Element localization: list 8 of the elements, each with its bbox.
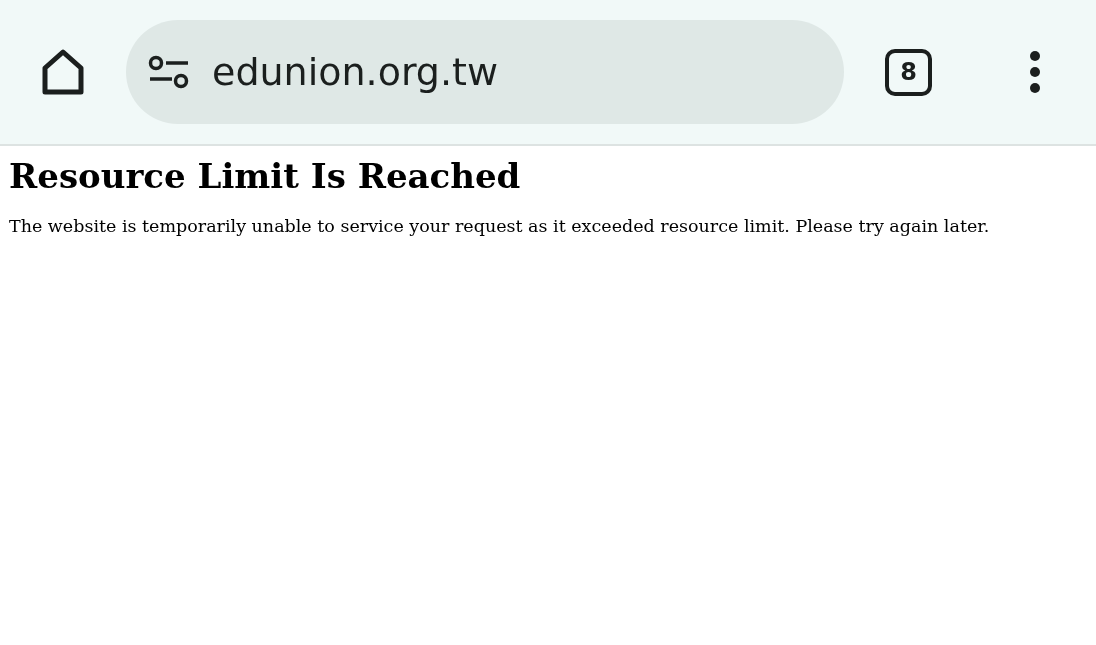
page-heading: Resource Limit Is Reached bbox=[9, 155, 521, 198]
tab-count-button[interactable]: 8 bbox=[885, 48, 932, 96]
url-text: edunion.org.tw bbox=[212, 50, 499, 94]
menu-icon bbox=[1029, 50, 1041, 94]
tune-icon bbox=[148, 55, 190, 89]
menu-button[interactable] bbox=[1029, 50, 1041, 94]
error-message: The website is temporarily unable to service your request as it exceeded resource limit. Please try again later. bbox=[9, 215, 990, 238]
address-bar[interactable]: edunion.org.tw bbox=[126, 20, 844, 124]
